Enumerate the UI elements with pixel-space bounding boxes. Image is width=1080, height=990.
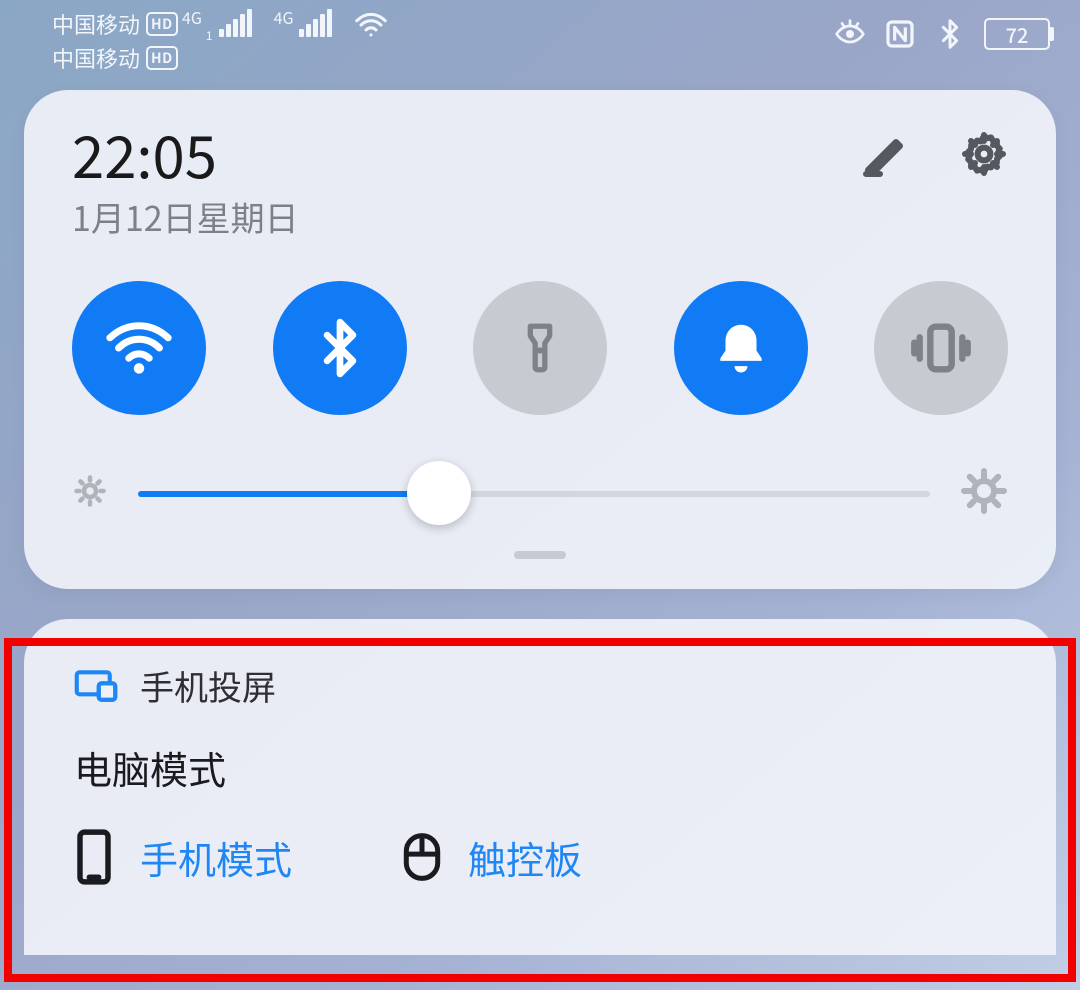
- phone-mode-label: 手机模式: [140, 830, 292, 885]
- carrier-1-label: 中国移动: [52, 8, 140, 40]
- brightness-slider-thumb[interactable]: [407, 461, 471, 525]
- battery-level: 72: [986, 20, 1048, 49]
- signal-bars-icon: [217, 9, 252, 42]
- wifi-status-icon: [354, 8, 388, 42]
- status-bar: 中国移动 HD 中国移动 HD 4G 1 4G: [0, 0, 1080, 80]
- quick-settings-panel: 22:05 1月12日星期日: [24, 90, 1056, 589]
- brightness-low-icon: [72, 473, 108, 514]
- vibrate-toggle[interactable]: [874, 281, 1008, 415]
- phone-mode-button[interactable]: 手机模式: [74, 829, 292, 885]
- projection-card: 手机投屏 电脑模式 手机模式 触控板: [24, 619, 1056, 955]
- flashlight-toggle[interactable]: [473, 281, 607, 415]
- projection-header: 手机投屏: [140, 661, 276, 710]
- hd-badge-icon: HD: [146, 46, 178, 70]
- projection-mode-label: 电脑模式: [74, 740, 1006, 795]
- bluetooth-status-icon: [934, 18, 966, 50]
- hd-badge-icon: HD: [146, 12, 178, 36]
- edit-icon[interactable]: [860, 130, 908, 178]
- signal-cluster: 4G 1 4G: [182, 8, 388, 42]
- signal-bars-icon: [297, 9, 332, 42]
- notifications-toggle[interactable]: [674, 281, 808, 415]
- clock-date[interactable]: 1月12日星期日: [72, 192, 299, 241]
- mouse-icon: [402, 829, 442, 885]
- wifi-toggle[interactable]: [72, 281, 206, 415]
- phone-icon: [74, 829, 114, 885]
- touchpad-button[interactable]: 触控板: [402, 829, 582, 885]
- network-type-1: 4G: [182, 9, 202, 25]
- panel-drag-handle[interactable]: [514, 551, 566, 559]
- network-sub-1: 1: [206, 30, 213, 42]
- bluetooth-toggle[interactable]: [273, 281, 407, 415]
- brightness-high-icon: [960, 467, 1008, 520]
- brightness-slider[interactable]: [138, 461, 930, 525]
- settings-icon[interactable]: [960, 130, 1008, 178]
- eye-comfort-icon: [834, 18, 866, 50]
- battery-icon: 72: [984, 18, 1050, 50]
- carrier-2-label: 中国移动: [52, 42, 140, 74]
- cast-icon: [74, 668, 118, 704]
- nfc-icon: [884, 18, 916, 50]
- clock-time[interactable]: 22:05: [72, 124, 299, 182]
- network-type-2: 4G: [274, 9, 294, 25]
- touchpad-label: 触控板: [468, 830, 582, 885]
